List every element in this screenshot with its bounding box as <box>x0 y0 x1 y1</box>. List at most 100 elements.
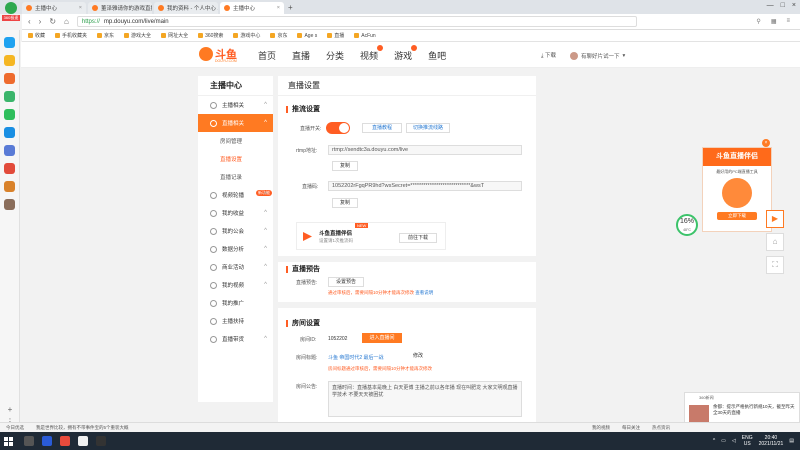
bookmark-item[interactable]: 360搜索 <box>198 32 223 39</box>
add-icon[interactable]: + <box>0 404 20 416</box>
menu-item-business[interactable]: 商业活动 ^ <box>198 258 273 276</box>
wechat-icon[interactable] <box>4 109 15 120</box>
bookmark-item[interactable]: 直播 <box>327 32 344 39</box>
star-icon[interactable] <box>4 55 15 66</box>
windows-start-icon[interactable] <box>0 432 16 450</box>
close-window-icon[interactable]: × <box>792 2 796 9</box>
nav-video[interactable]: 视频 <box>360 45 384 62</box>
bookmark-item[interactable]: Age s <box>297 33 317 39</box>
close-icon[interactable]: × <box>79 5 82 11</box>
menu-item-anchor[interactable]: 主播相关 ^ <box>198 96 273 114</box>
menu-item-analytics[interactable]: 数据分析 ^ <box>198 240 273 258</box>
switch-line-button[interactable]: 切换推流线路 <box>406 123 450 133</box>
home-icon[interactable]: ⌂ <box>64 17 69 26</box>
browser-tab-active[interactable]: 主播中心 × <box>220 2 284 14</box>
status-left-item[interactable]: 我是世界比较，拥有不带事件宝的5个重装大概 <box>36 425 129 431</box>
clock[interactable]: 20:40 2021/11/21 <box>759 435 784 447</box>
maximize-icon[interactable]: □ <box>781 2 785 9</box>
taskbar-app-icon[interactable] <box>24 436 34 446</box>
browser-tab[interactable]: 我的资料 - 个人中心 ...× <box>154 2 218 14</box>
download-link[interactable]: ⤓ 下载 <box>541 51 556 60</box>
status-right-item[interactable]: 我的视频 <box>592 425 610 431</box>
menu-icon[interactable]: ≡ <box>786 18 790 25</box>
menu-item-live-records[interactable]: 直播记录 <box>198 168 273 186</box>
menu-item-commerce[interactable]: 直播带货 ^ <box>198 330 273 348</box>
sidebar-app-icon[interactable] <box>4 73 15 84</box>
sidebar-app-icon[interactable] <box>4 199 15 210</box>
browser-tab[interactable]: 董泽雅请你的游戏直播 ...× <box>88 2 152 14</box>
menu-item-promotion[interactable]: 我的推广 <box>198 294 273 312</box>
bookmark-item[interactable]: 收藏 <box>28 32 45 39</box>
bookmark-item[interactable]: 游戏中心 <box>233 32 260 39</box>
browser-tab[interactable]: 主播中心 × <box>22 2 86 14</box>
bookmark-item[interactable]: 网址大全 <box>161 32 188 39</box>
status-right-item[interactable]: 每日关注 <box>622 425 640 431</box>
bookmark-item[interactable]: 游戏大全 <box>124 32 151 39</box>
network-icon[interactable]: ▭ <box>721 438 726 444</box>
bookmark-item[interactable]: 手机收藏夹 <box>55 32 87 39</box>
companion-download-button[interactable]: 前往下载 <box>399 233 437 243</box>
bookmark-item[interactable]: AcFun <box>354 33 376 39</box>
enter-room-button[interactable]: 进入直播间 <box>362 333 402 343</box>
sidebar-app-icon[interactable] <box>4 163 15 174</box>
performance-gauge[interactable]: 16% 48°C <box>676 214 698 236</box>
home-icon[interactable]: ⌂ <box>766 233 784 251</box>
menu-item-support[interactable]: 主播扶持 <box>198 312 273 330</box>
nav-game[interactable]: 游戏 <box>394 45 418 62</box>
stream-code-field[interactable]: 1052202rFgqPR9hd?wsSecret=**************… <box>328 181 522 191</box>
sidebar-app-icon[interactable] <box>4 181 15 192</box>
nav-home[interactable]: 首页 <box>258 49 276 62</box>
status-left-item[interactable]: 今日优选 <box>6 425 24 431</box>
edit-title-button[interactable]: 修改 <box>404 352 432 362</box>
taskbar-app-icon[interactable] <box>78 436 88 446</box>
user-menu[interactable]: 有聊好片试一下 ▾ <box>569 51 625 60</box>
bookmark-item[interactable]: 京东 <box>97 32 114 39</box>
browser-logo[interactable]: 360极速 <box>2 2 20 21</box>
notification-center-icon[interactable]: ▤ <box>789 438 794 444</box>
forward-icon[interactable]: › <box>39 17 42 26</box>
sidebar-app-icon[interactable] <box>4 37 15 48</box>
announcement-textarea[interactable]: 直播时间：直播基本是晚上 白天更博 主播之前以各年播 现在叫肥龙 大家文明观直播… <box>328 381 522 417</box>
notice-help-link[interactable]: 查看说明 <box>415 290 433 295</box>
search-icon[interactable]: ⚲ <box>756 18 760 25</box>
chevron-up-icon[interactable]: ^ <box>713 438 715 444</box>
feedback-icon[interactable]: ⛶ <box>766 256 784 274</box>
sidebar-app-icon[interactable] <box>4 145 15 156</box>
copy-rtmp-button[interactable]: 复制 <box>332 161 358 171</box>
menu-item-income[interactable]: 我的收益 ^ <box>198 204 273 222</box>
nav-live[interactable]: 直播 <box>292 49 310 62</box>
sidebar-app-icon[interactable] <box>4 127 15 138</box>
menu-item-live[interactable]: 直播相关 ^ <box>198 114 273 132</box>
menu-item-guild[interactable]: 我的公会 ^ <box>198 222 273 240</box>
menu-item-room-manage[interactable]: 房间管理 <box>198 132 273 150</box>
nav-category[interactable]: 分类 <box>326 49 344 62</box>
tutorial-button[interactable]: 直播教程 <box>362 123 402 133</box>
extensions-icon[interactable]: ▦ <box>771 18 777 25</box>
play-video-icon[interactable]: ▶ <box>766 210 784 228</box>
rtmp-field[interactable]: rtmp://sendtc3a.douyu.com/live <box>328 145 522 155</box>
back-icon[interactable]: ‹ <box>28 17 31 26</box>
minimize-icon[interactable]: — <box>767 2 774 9</box>
live-toggle[interactable] <box>326 122 350 134</box>
status-right-item[interactable]: 热点资讯 <box>652 425 670 431</box>
promo-download-button[interactable]: 立即下载 <box>717 212 757 220</box>
menu-item-my-videos[interactable]: 我的视频 ^ <box>198 276 273 294</box>
menu-item-video-loop[interactable]: 视频轮播 新功能 ^ <box>198 186 273 204</box>
close-icon[interactable]: × <box>762 139 770 147</box>
copy-code-button[interactable]: 复制 <box>332 198 358 208</box>
companion-promo-card[interactable]: 斗鱼直播伴侣 最好用的PC端直播工具 立即下载 <box>702 147 772 232</box>
taskbar-app-icon[interactable] <box>60 436 70 446</box>
sidebar-app-icon[interactable] <box>4 91 15 102</box>
bookmark-item[interactable]: 京东 <box>270 32 287 39</box>
language-indicator[interactable]: ENG US <box>742 435 753 447</box>
taskbar-app-icon[interactable] <box>96 436 106 446</box>
new-tab-icon[interactable]: + <box>288 3 293 12</box>
set-notice-button[interactable]: 设置预告 <box>328 277 364 287</box>
close-icon[interactable]: × <box>277 5 280 11</box>
refresh-icon[interactable]: ↻ <box>49 17 56 26</box>
nav-yuba[interactable]: 鱼吧 <box>428 49 446 62</box>
site-logo[interactable]: 斗鱼 DOUYU.COM <box>199 46 237 63</box>
url-input[interactable]: https://mp.douyu.com/live/main <box>76 16 637 27</box>
menu-item-live-settings[interactable]: 直播设置 <box>198 150 273 168</box>
taskbar-app-icon[interactable] <box>42 436 52 446</box>
